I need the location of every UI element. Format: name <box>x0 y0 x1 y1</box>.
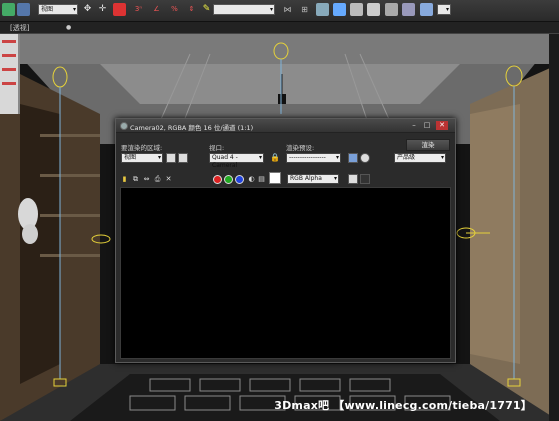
render-frame-window[interactable]: Camera02, RGBA 颜色 16 位/通道 (1:1) – □ ✕ 要渲… <box>115 118 456 363</box>
render-frame-icon[interactable] <box>402 3 415 16</box>
channel-select[interactable]: RGB Alpha ▾ <box>287 174 339 184</box>
redo-icon[interactable] <box>17 3 30 16</box>
save-image-icon[interactable]: ▮ <box>120 175 129 184</box>
monochrome-icon[interactable]: ▤ <box>257 175 266 184</box>
color-swatch[interactable] <box>269 172 281 184</box>
chevron-down-icon: ▾ <box>445 6 449 13</box>
chevron-down-icon: ▾ <box>333 175 337 182</box>
chevron-down-icon: ▾ <box>72 6 76 13</box>
copy-image-icon[interactable]: ⧉ <box>131 175 140 184</box>
undo-icon[interactable] <box>2 3 15 16</box>
maximize-button[interactable]: □ <box>421 121 433 130</box>
main-toolbar: 视图 ▾ ✥ ✛ 3ⁿ ∠ % ⇕ ✎ ▾ ⋈ ⊞ ▾ <box>0 0 559 22</box>
red-channel-toggle[interactable] <box>213 175 222 184</box>
viewport-label[interactable]: [透视] <box>10 23 29 33</box>
toggle-ui-overlay-icon[interactable] <box>348 174 358 184</box>
render-output-canvas[interactable] <box>120 187 451 359</box>
viewport-label-bar: [透视] ● <box>0 22 559 34</box>
viewport-label-rw: 视口: <box>209 144 225 152</box>
mirror-icon[interactable]: ⋈ <box>281 3 294 16</box>
curve-editor-icon[interactable] <box>333 3 346 16</box>
move-icon[interactable]: ✛ <box>96 3 109 16</box>
schematic-icon[interactable] <box>350 3 363 16</box>
percent-snap-icon[interactable]: % <box>168 3 181 16</box>
render-icon[interactable] <box>420 3 433 16</box>
left-side-panel[interactable] <box>0 34 20 114</box>
viewport-select[interactable]: Quad 4 - Cameral ▾ <box>209 153 264 169</box>
viewport-toggle[interactable]: ● <box>66 24 71 31</box>
chevron-down-icon: ▾ <box>269 6 273 13</box>
material-editor-icon[interactable] <box>367 3 380 16</box>
align-icon[interactable]: ⊞ <box>298 3 311 16</box>
print-icon[interactable]: ⎙ <box>153 175 162 184</box>
chevron-down-icon: ▾ <box>440 154 444 161</box>
clone-window-icon[interactable]: ⇔ <box>142 175 151 184</box>
chevron-down-icon: ▾ <box>157 154 161 161</box>
lock-icon[interactable]: 🔒 <box>270 153 280 162</box>
preset-select[interactable]: ----------------- ▾ <box>286 153 341 163</box>
blue-channel-toggle[interactable] <box>235 175 244 184</box>
render-window-title: Camera02, RGBA 颜色 16 位/通道 (1:1) <box>130 124 254 132</box>
edit-named-set-icon[interactable]: ✎ <box>200 3 213 16</box>
close-button[interactable]: ✕ <box>436 121 448 130</box>
layer-icon[interactable] <box>316 3 329 16</box>
render-setup-icon[interactable] <box>348 153 358 163</box>
select-icon[interactable]: ✥ <box>81 3 94 16</box>
chevron-down-icon: ▾ <box>258 154 262 161</box>
product-select[interactable]: 产品级 ▾ <box>394 153 446 163</box>
toggle-ui-icon[interactable] <box>360 174 370 184</box>
snap-icon[interactable]: 3ⁿ <box>132 3 145 16</box>
alpha-channel-icon[interactable]: ◐ <box>247 175 256 184</box>
area-label: 要渲染的区域: <box>121 144 163 152</box>
render-dropdown[interactable]: ▾ <box>437 4 451 15</box>
view-select[interactable]: 视图 ▾ <box>38 4 78 15</box>
watermark: 3Dmax吧 【www.linecg.com/tieba/1771】 <box>274 399 532 412</box>
clear-icon[interactable]: ✕ <box>164 175 173 184</box>
area-select[interactable]: 视图 ▾ <box>121 153 163 163</box>
green-channel-toggle[interactable] <box>224 175 233 184</box>
chevron-down-icon: ▾ <box>335 154 339 161</box>
angle-snap-icon[interactable]: ∠ <box>150 3 163 16</box>
minimize-button[interactable]: – <box>408 121 420 130</box>
edit-region-icon[interactable] <box>166 153 176 163</box>
preset-label: 渲染预设: <box>286 144 315 152</box>
render-button[interactable]: 渲染 <box>406 139 450 151</box>
render-setup-icon[interactable] <box>385 3 398 16</box>
spinner-snap-icon[interactable]: ⇕ <box>185 3 198 16</box>
render-window-titlebar[interactable]: Camera02, RGBA 颜色 16 位/通道 (1:1) – □ ✕ <box>116 119 455 133</box>
rotate-icon[interactable] <box>113 3 126 16</box>
named-selection-select[interactable]: ▾ <box>213 4 275 15</box>
environment-icon[interactable] <box>360 153 370 163</box>
auto-region-icon[interactable] <box>178 153 188 163</box>
app-icon <box>120 122 128 130</box>
